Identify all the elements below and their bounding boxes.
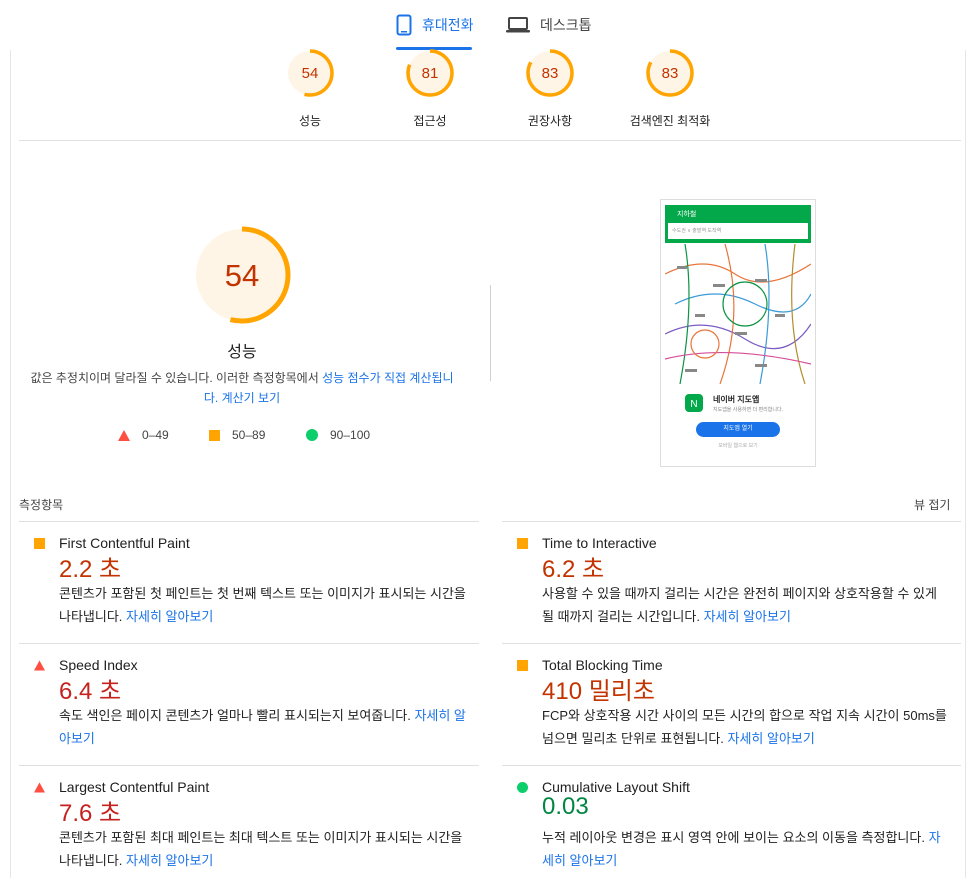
phone-icon [396,14,412,36]
gauge-ring: 54 [286,49,334,97]
gauge-score: 83 [542,65,559,82]
thumb-search: 수도권 ∨ 출발역 도착역 [668,223,808,239]
divider [502,765,961,766]
metric-value: 6.2 초 [542,556,605,583]
divider [502,521,961,522]
gauge-accessibility[interactable]: 81 접근성 [375,48,485,129]
gauge-label: 검색엔진 최적화 [629,114,711,128]
device-tabs: 휴대전화 데스크톱 [0,0,977,50]
divider [19,521,479,522]
tab-desktop-label: 데스크톱 [540,17,592,33]
gauge-seo[interactable]: 83 검색엔진 최적화 [615,48,725,129]
laptop-icon [506,17,530,33]
gauge-score: 54 [302,65,319,82]
performance-description: 값은 추정치이며 달라질 수 있습니다. 이러한 측정항목에서 성능 점수가 직… [20,368,464,408]
performance-title: 성능 [227,344,257,361]
square-icon [517,538,528,549]
final-screenshot: 지하철 수도권 ∨ 출발역 도착역 N 네이버 지도앱 지도앱을 사용하면 더 … [660,199,816,467]
map-app-icon: N [685,394,703,412]
metric-value: 6.4 초 [59,678,122,705]
triangle-icon [34,782,45,793]
metric-desc-text: 누적 레이아웃 변경은 표시 영역 안에 보이는 요소의 이동을 측정합니다. [542,830,929,845]
metrics-header: 측정항목 [19,498,64,512]
divider [19,765,479,766]
thumb-header: 지하철 수도권 ∨ 출발역 도착역 [665,205,811,243]
divider [502,643,961,644]
thumb-app-title: 지하철 [677,211,697,218]
square-icon [209,429,220,441]
gauge-label: 접근성 [413,114,447,128]
circle-icon [517,782,528,793]
divider [19,643,479,644]
metric-description: 속도 색인은 페이지 콘텐츠가 얼마나 빨리 표시되는지 보여줍니다. 자세히 … [59,704,469,750]
square-icon [34,538,45,549]
metric-value: 7.6 초 [59,800,122,827]
score-calc-link[interactable]: 성능 점수가 직접 계산됩니 [322,371,453,385]
legend-pass-label: 90–100 [330,428,371,442]
metric-value: 410 밀리초 [542,678,655,705]
gauge-performance[interactable]: 54 성능 [255,48,365,129]
metric-desc-text: 콘텐츠가 포함된 최대 페인트는 최대 텍스트 또는 이미지가 표시되는 시간을… [59,830,463,868]
legend-average: 50–89 [209,428,265,442]
learn-more-link[interactable]: 자세히 알아보기 [126,609,213,624]
thumb-app-card: N 네이버 지도앱 지도앱을 사용하면 더 편리합니다. 지도앱 열기 모바일 … [665,384,811,464]
metric-desc-text: 콘텐츠가 포함된 첫 페인트는 첫 번째 텍스트 또는 이미지가 표시되는 시간… [59,586,466,624]
calculator-link[interactable]: 다. 계산기 보기 [204,391,280,405]
legend-fail-label: 0–49 [142,428,169,442]
metric-description: FCP와 상호작용 시간 사이의 모든 시간의 합으로 작업 지속 시간이 50… [542,704,952,750]
tab-mobile[interactable]: 휴대전화 [396,0,474,50]
legend-fail: 0–49 [118,428,169,442]
legend-pass: 90–100 [306,428,370,442]
performance-gauge: 54 [193,226,291,324]
square-icon [517,660,528,671]
gauge-best-practices[interactable]: 83 권장사항 [495,48,605,129]
tab-desktop[interactable]: 데스크톱 [506,0,592,50]
thumb-card-title: 네이버 지도앱 [713,395,760,404]
metric-value: 2.2 초 [59,556,122,583]
gauge-label: 권장사항 [527,114,573,128]
thumb-card-sub: 지도앱을 사용하면 더 편리합니다. [713,407,783,413]
gauge-score: 83 [662,65,679,82]
learn-more-link[interactable]: 자세히 알아보기 [126,853,213,868]
frame-border-right [965,50,966,878]
triangle-icon [34,660,45,671]
subway-map-image [665,244,811,384]
divider [19,140,961,141]
frame-border-left [10,50,11,878]
performance-score: 54 [225,258,259,293]
triangle-icon [118,429,130,441]
description-text: 값은 추정치이며 달라질 수 있습니다. 이러한 측정항목에서 [30,371,323,385]
svg-text:N: N [690,399,697,410]
legend-average-label: 50–89 [232,428,266,442]
collapse-view-button[interactable]: 뷰 접기 [914,496,950,513]
metric-desc-text: 속도 색인은 페이지 콘텐츠가 얼마나 빨리 표시되는지 보여줍니다. [59,708,415,723]
gauge-ring: 83 [526,49,574,97]
learn-more-link[interactable]: 자세히 알아보기 [704,609,791,624]
metric-description: 콘텐츠가 포함된 첫 페인트는 첫 번째 텍스트 또는 이미지가 표시되는 시간… [59,582,469,628]
metric-description: 콘텐츠가 포함된 최대 페인트는 최대 텍스트 또는 이미지가 표시되는 시간을… [59,826,469,872]
thumb-card-footer: 모바일 웹으로 보기 [718,443,758,449]
gauge-ring: 81 [406,49,454,97]
gauge-ring: 83 [646,49,694,97]
learn-more-link[interactable]: 자세히 알아보기 [728,731,815,746]
circle-icon [306,429,318,441]
vertical-separator [490,285,491,381]
tab-mobile-label: 휴대전화 [422,17,474,33]
thumb-open-app-button: 지도앱 열기 [696,422,780,437]
gauge-label: 성능 [298,114,322,128]
metric-value: 0.03 [542,793,589,820]
metric-description: 누적 레이아웃 변경은 표시 영역 안에 보이는 요소의 이동을 측정합니다. … [542,826,952,872]
gauge-score: 81 [422,65,439,82]
metric-description: 사용할 수 있을 때까지 걸리는 시간은 완전히 페이지와 상호작용할 수 있게… [542,582,952,628]
